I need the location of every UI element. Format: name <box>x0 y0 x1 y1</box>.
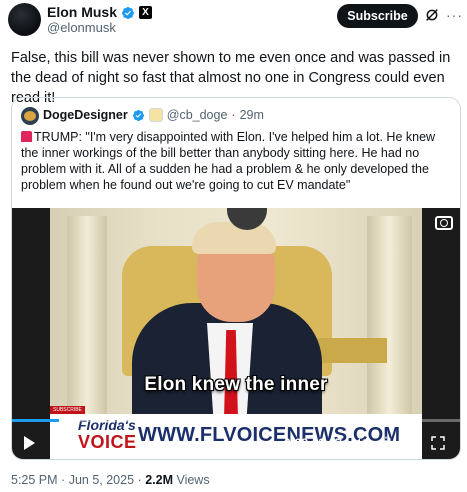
video-player[interactable]: Elon knew the inner SUBSCRIBE Florida's … <box>12 208 460 459</box>
author-handle[interactable]: @elonmusk <box>47 20 116 35</box>
meta-separator: · <box>61 473 66 487</box>
tweet-time[interactable]: 5:25 PM <box>11 473 58 487</box>
quote-header: DogeDesigner @cb_doge · 29m <box>43 108 264 122</box>
volume-icon[interactable] <box>352 435 368 451</box>
author-display-name[interactable]: Elon Musk <box>47 4 117 21</box>
video-progress-fill <box>12 419 59 422</box>
author-name-row: Elon Musk X <box>47 4 153 21</box>
author-avatar[interactable] <box>8 3 41 36</box>
quote-affiliate-badge-icon <box>148 108 163 122</box>
fullscreen-icon[interactable] <box>430 435 446 451</box>
views-label: Views <box>176 473 210 487</box>
siren-emoji-icon <box>21 131 32 142</box>
quoted-tweet[interactable]: DogeDesigner @cb_doge · 29m TRUMP: "I'm … <box>11 97 461 460</box>
picture-in-picture-icon[interactable] <box>403 435 419 451</box>
video-progress-track[interactable] <box>12 419 460 422</box>
quote-handle[interactable]: @cb_doge <box>167 108 228 122</box>
verified-badge-icon <box>122 6 134 19</box>
x-affiliate-icon: X <box>139 6 153 19</box>
meta-separator: · <box>137 473 142 487</box>
quote-timestamp[interactable]: 29m <box>240 108 264 122</box>
tweet-meta: 5:25 PM · Jun 5, 2025 · 2.2M Views <box>11 473 210 487</box>
settings-gear-icon[interactable] <box>378 435 394 451</box>
quote-verified-badge-icon <box>132 109 144 121</box>
camera-icon[interactable] <box>435 216 453 230</box>
video-time: 0:08 / 1:17 <box>284 436 343 450</box>
video-controls: 0:08 / 1:17 <box>12 430 460 456</box>
more-options-icon[interactable]: ··· <box>446 8 463 22</box>
subscribe-button[interactable]: Subscribe <box>337 4 418 28</box>
play-icon[interactable] <box>24 436 35 450</box>
video-frame-chair-trim <box>312 338 387 363</box>
grok-icon[interactable] <box>424 7 440 23</box>
quote-text-block: TRUMP: "I'm very disappointed with Elon.… <box>21 129 453 193</box>
quote-separator: · <box>231 108 236 122</box>
tweet-date[interactable]: Jun 5, 2025 <box>69 473 134 487</box>
channel-tag: SUBSCRIBE <box>50 406 85 414</box>
quote-display-name[interactable]: DogeDesigner <box>43 108 128 122</box>
video-caption: Elon knew the inner <box>144 374 328 395</box>
quote-author-avatar[interactable] <box>21 107 39 125</box>
views-count: 2.2M <box>145 473 173 487</box>
video-frame-speaker-hair <box>192 222 276 254</box>
quote-text: TRUMP: "I'm very disappointed with Elon.… <box>21 130 436 192</box>
